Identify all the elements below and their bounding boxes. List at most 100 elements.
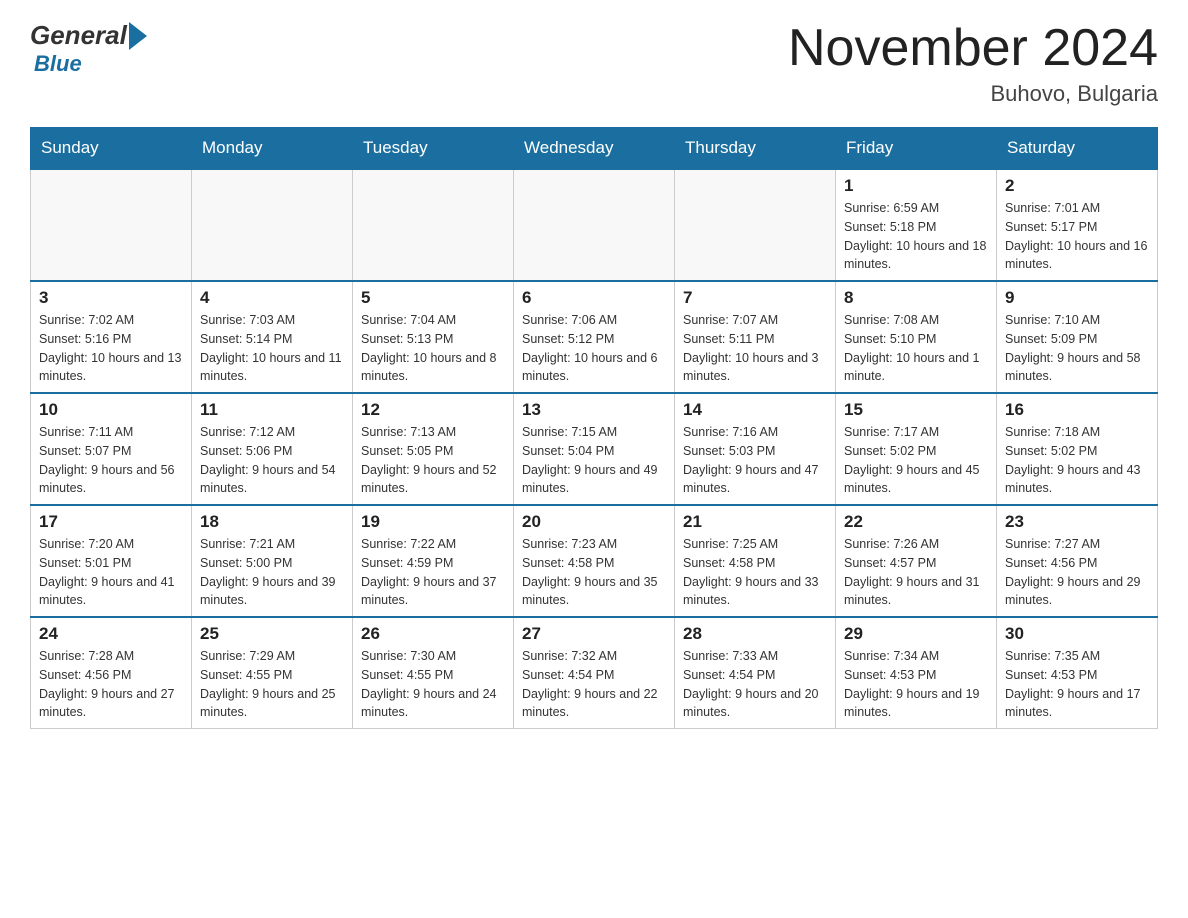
day-number: 27 (522, 624, 666, 644)
day-info: Sunrise: 7:10 AMSunset: 5:09 PMDaylight:… (1005, 311, 1149, 386)
day-number: 11 (200, 400, 344, 420)
calendar-table: SundayMondayTuesdayWednesdayThursdayFrid… (30, 127, 1158, 729)
calendar-cell (514, 169, 675, 281)
day-header-thursday: Thursday (675, 128, 836, 170)
calendar-cell (31, 169, 192, 281)
day-info: Sunrise: 7:04 AMSunset: 5:13 PMDaylight:… (361, 311, 505, 386)
calendar-cell: 13Sunrise: 7:15 AMSunset: 5:04 PMDayligh… (514, 393, 675, 505)
day-number: 28 (683, 624, 827, 644)
calendar-cell: 11 Sunrise: 7:12 AMSunset: 5:06 PMDayligh… (192, 393, 353, 505)
calendar-cell: 10 Sunrise: 7:11 AMSunset: 5:07 PMDayligh… (31, 393, 192, 505)
day-number: 5 (361, 288, 505, 308)
calendar-cell: 23 Sunrise: 7:27 AMSunset: 4:56 PMDayligh… (997, 505, 1158, 617)
calendar-cell (675, 169, 836, 281)
week-row-2: 3 Sunrise: 7:02 AMSunset: 5:16 PMDaylight… (31, 281, 1158, 393)
day-number: 7 (683, 288, 827, 308)
day-number: 8 (844, 288, 988, 308)
day-number: 30 (1005, 624, 1149, 644)
day-number: 13 (522, 400, 666, 420)
day-number: 9 (1005, 288, 1149, 308)
day-header-tuesday: Tuesday (353, 128, 514, 170)
calendar-cell: 19 Sunrise: 7:22 AMSunset: 4:59 PMDayligh… (353, 505, 514, 617)
calendar-cell: 2Sunrise: 7:01 AMSunset: 5:17 PMDaylight… (997, 169, 1158, 281)
header: General Blue November 2024 Buhovo, Bulga… (30, 20, 1158, 107)
calendar-cell: 3 Sunrise: 7:02 AMSunset: 5:16 PMDaylight… (31, 281, 192, 393)
day-info: Sunrise: 7:02 AMSunset: 5:16 PMDaylight:… (39, 311, 183, 386)
calendar-cell: 6 Sunrise: 7:06 AMSunset: 5:12 PMDaylight… (514, 281, 675, 393)
day-number: 17 (39, 512, 183, 532)
day-number: 24 (39, 624, 183, 644)
day-info: Sunrise: 7:18 AMSunset: 5:02 PMDaylight:… (1005, 423, 1149, 498)
day-info: Sunrise: 7:29 AMSunset: 4:55 PMDaylight:… (200, 647, 344, 722)
calendar-cell: 17 Sunrise: 7:20 AMSunset: 5:01 PMDayligh… (31, 505, 192, 617)
calendar-cell: 28Sunrise: 7:33 AMSunset: 4:54 PMDayligh… (675, 617, 836, 729)
day-info: Sunrise: 7:01 AMSunset: 5:17 PMDaylight:… (1005, 199, 1149, 274)
logo-general-text: General (30, 20, 127, 51)
day-header-sunday: Sunday (31, 128, 192, 170)
calendar-cell: 20Sunrise: 7:23 AMSunset: 4:58 PMDayligh… (514, 505, 675, 617)
day-number: 19 (361, 512, 505, 532)
day-info: Sunrise: 7:03 AMSunset: 5:14 PMDaylight:… (200, 311, 344, 386)
calendar-cell: 9 Sunrise: 7:10 AMSunset: 5:09 PMDaylight… (997, 281, 1158, 393)
week-row-3: 10 Sunrise: 7:11 AMSunset: 5:07 PMDayligh… (31, 393, 1158, 505)
calendar-cell: 25 Sunrise: 7:29 AMSunset: 4:55 PMDayligh… (192, 617, 353, 729)
day-number: 25 (200, 624, 344, 644)
day-info: Sunrise: 7:20 AMSunset: 5:01 PMDaylight:… (39, 535, 183, 610)
day-number: 29 (844, 624, 988, 644)
calendar-cell: 8 Sunrise: 7:08 AMSunset: 5:10 PMDaylight… (836, 281, 997, 393)
month-title: November 2024 (788, 20, 1158, 77)
day-info: Sunrise: 7:26 AMSunset: 4:57 PMDaylight:… (844, 535, 988, 610)
day-info: Sunrise: 7:16 AMSunset: 5:03 PMDaylight:… (683, 423, 827, 498)
calendar-cell: 16 Sunrise: 7:18 AMSunset: 5:02 PMDayligh… (997, 393, 1158, 505)
calendar-cell: 5 Sunrise: 7:04 AMSunset: 5:13 PMDaylight… (353, 281, 514, 393)
calendar-cell: 4 Sunrise: 7:03 AMSunset: 5:14 PMDaylight… (192, 281, 353, 393)
day-number: 6 (522, 288, 666, 308)
day-info: Sunrise: 7:23 AMSunset: 4:58 PMDaylight:… (522, 535, 666, 610)
day-info: Sunrise: 7:07 AMSunset: 5:11 PMDaylight:… (683, 311, 827, 386)
day-number: 18 (200, 512, 344, 532)
day-number: 12 (361, 400, 505, 420)
location: Buhovo, Bulgaria (788, 81, 1158, 107)
week-row-5: 24 Sunrise: 7:28 AMSunset: 4:56 PMDayligh… (31, 617, 1158, 729)
day-number: 3 (39, 288, 183, 308)
day-info: Sunrise: 7:11 AMSunset: 5:07 PMDaylight:… (39, 423, 183, 498)
logo-blue-text: Blue (34, 51, 82, 77)
calendar-cell: 7 Sunrise: 7:07 AMSunset: 5:11 PMDaylight… (675, 281, 836, 393)
day-number: 22 (844, 512, 988, 532)
day-info: Sunrise: 7:34 AMSunset: 4:53 PMDaylight:… (844, 647, 988, 722)
day-info: Sunrise: 7:30 AMSunset: 4:55 PMDaylight:… (361, 647, 505, 722)
day-number: 23 (1005, 512, 1149, 532)
day-number: 15 (844, 400, 988, 420)
day-info: Sunrise: 7:06 AMSunset: 5:12 PMDaylight:… (522, 311, 666, 386)
day-number: 16 (1005, 400, 1149, 420)
day-info: Sunrise: 7:12 AMSunset: 5:06 PMDaylight:… (200, 423, 344, 498)
calendar-cell: 21 Sunrise: 7:25 AMSunset: 4:58 PMDayligh… (675, 505, 836, 617)
calendar-cell: 26 Sunrise: 7:30 AMSunset: 4:55 PMDayligh… (353, 617, 514, 729)
day-number: 10 (39, 400, 183, 420)
calendar-cell: 29 Sunrise: 7:34 AMSunset: 4:53 PMDayligh… (836, 617, 997, 729)
calendar-cell: 12Sunrise: 7:13 AMSunset: 5:05 PMDayligh… (353, 393, 514, 505)
day-info: Sunrise: 7:25 AMSunset: 4:58 PMDaylight:… (683, 535, 827, 610)
logo: General Blue (30, 20, 147, 77)
day-info: Sunrise: 6:59 AMSunset: 5:18 PMDaylight:… (844, 199, 988, 274)
day-info: Sunrise: 7:32 AMSunset: 4:54 PMDaylight:… (522, 647, 666, 722)
day-number: 4 (200, 288, 344, 308)
calendar-cell: 30Sunrise: 7:35 AMSunset: 4:53 PMDayligh… (997, 617, 1158, 729)
logo-arrow-icon (129, 22, 147, 50)
day-info: Sunrise: 7:28 AMSunset: 4:56 PMDaylight:… (39, 647, 183, 722)
calendar-cell: 27 Sunrise: 7:32 AMSunset: 4:54 PMDayligh… (514, 617, 675, 729)
week-row-4: 17 Sunrise: 7:20 AMSunset: 5:01 PMDayligh… (31, 505, 1158, 617)
week-row-1: 1 Sunrise: 6:59 AMSunset: 5:18 PMDaylight… (31, 169, 1158, 281)
calendar-cell: 24 Sunrise: 7:28 AMSunset: 4:56 PMDayligh… (31, 617, 192, 729)
day-info: Sunrise: 7:27 AMSunset: 4:56 PMDaylight:… (1005, 535, 1149, 610)
day-number: 1 (844, 176, 988, 196)
day-header-wednesday: Wednesday (514, 128, 675, 170)
day-number: 21 (683, 512, 827, 532)
calendar-cell (353, 169, 514, 281)
day-info: Sunrise: 7:08 AMSunset: 5:10 PMDaylight:… (844, 311, 988, 386)
day-number: 26 (361, 624, 505, 644)
day-info: Sunrise: 7:22 AMSunset: 4:59 PMDaylight:… (361, 535, 505, 610)
day-info: Sunrise: 7:21 AMSunset: 5:00 PMDaylight:… (200, 535, 344, 610)
day-headers-row: SundayMondayTuesdayWednesdayThursdayFrid… (31, 128, 1158, 170)
calendar-cell (192, 169, 353, 281)
